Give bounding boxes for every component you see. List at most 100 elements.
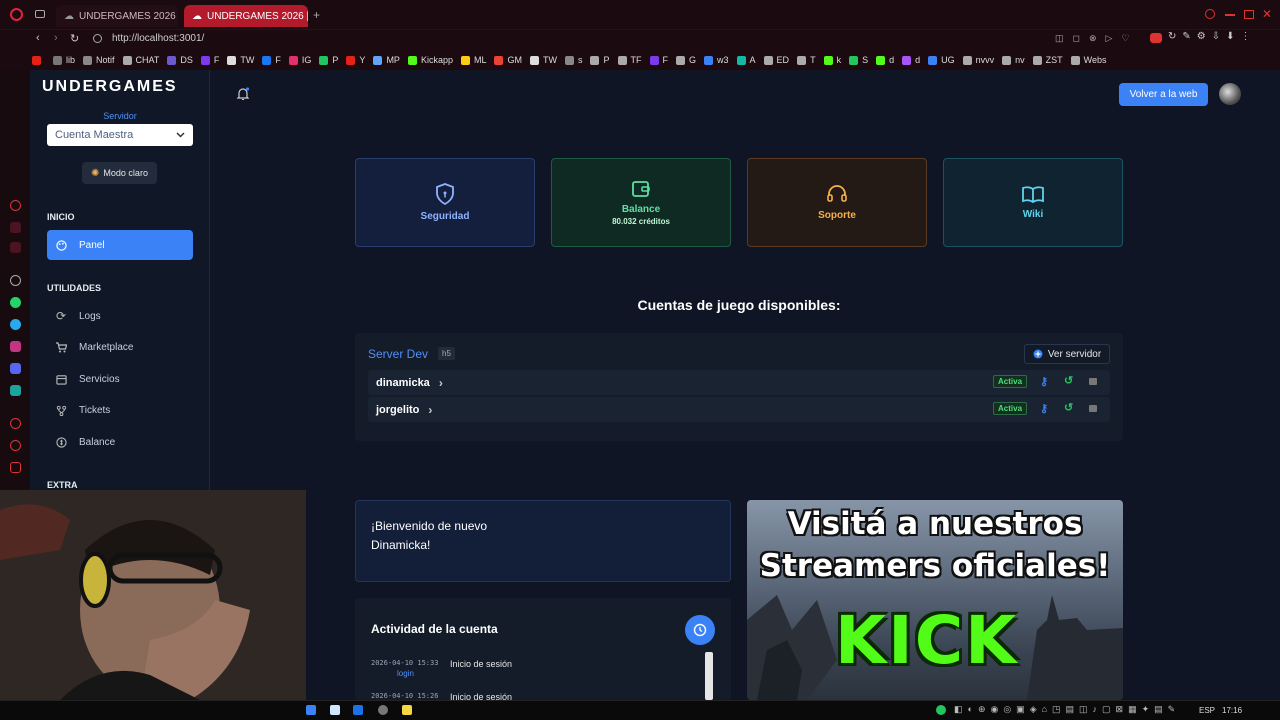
sidebar-item-logs[interactable]: ⟳ Logs <box>47 301 193 331</box>
bookmark-item[interactable]: TF <box>617 55 642 65</box>
whatsapp-icon[interactable] <box>10 297 21 308</box>
key-icon[interactable]: ⚷ <box>1040 375 1048 388</box>
bookmark-item[interactable]: GM <box>494 55 522 65</box>
opera-logo-icon[interactable] <box>10 8 23 21</box>
restore-icon[interactable]: ↺ <box>1064 374 1073 387</box>
notifications-bell-icon[interactable] <box>236 87 250 106</box>
bookmark-item[interactable]: Webs <box>1070 55 1106 65</box>
bookmark-item[interactable] <box>32 55 45 65</box>
bookmark-item[interactable]: d <box>902 55 920 65</box>
address-bar[interactable]: http://localhost:3001/ <box>112 33 204 44</box>
bookmark-item[interactable]: UG <box>928 55 955 65</box>
start-icon[interactable] <box>306 705 316 715</box>
notes-icon[interactable] <box>402 705 412 715</box>
discord-icon[interactable] <box>10 363 21 374</box>
chatgpt-icon[interactable] <box>10 275 21 286</box>
bookmark-item[interactable]: d <box>876 55 894 65</box>
tab-undergames-2[interactable]: ☁ UNDERGAMES 2026 | Acc <box>184 5 308 27</box>
bookmark-item[interactable]: CHAT <box>122 55 159 65</box>
reload-icon[interactable]: ↻ <box>70 32 79 45</box>
bookmark-item[interactable]: S <box>849 55 868 65</box>
bookmark-item[interactable]: Notif <box>83 55 115 65</box>
clock-side-icon[interactable] <box>10 440 21 451</box>
server-select[interactable]: Cuenta Maestra <box>47 124 193 146</box>
adblock-icon[interactable] <box>1150 33 1162 43</box>
bookmark-item[interactable]: lib <box>53 55 75 65</box>
clock[interactable]: 17:16 <box>1222 706 1242 715</box>
spotify-icon[interactable] <box>936 705 946 715</box>
sidebar-item-marketplace[interactable]: Marketplace <box>47 332 193 362</box>
forward-icon[interactable]: › <box>54 32 58 44</box>
tab-undergames-1[interactable]: ☁ UNDERGAMES 2026 | Acc <box>56 5 178 27</box>
sidebar-item-balance[interactable]: Balance <box>47 427 193 457</box>
bookmark-item[interactable]: TW <box>227 55 254 65</box>
bookmark-item[interactable]: F <box>649 55 668 65</box>
bookmark-item[interactable]: F <box>262 55 281 65</box>
site-info-icon[interactable] <box>93 34 102 43</box>
bookmark-item[interactable]: A <box>736 55 756 65</box>
maximize-icon[interactable] <box>1244 10 1254 19</box>
bookmark-item[interactable]: MP <box>373 55 400 65</box>
activity-scrollbar[interactable] <box>705 652 713 700</box>
new-tab-button[interactable]: + <box>313 8 320 22</box>
settings-side-icon[interactable] <box>10 462 21 473</box>
bookmark-item[interactable]: nvvv <box>962 55 994 65</box>
wallet-side-icon[interactable] <box>10 222 21 233</box>
card-balance[interactable]: Balance 80.032 créditos <box>551 158 731 247</box>
extensions-icons[interactable]: ◫◻⊗▷♡ <box>1055 33 1139 44</box>
user-avatar[interactable] <box>1219 83 1241 105</box>
bookmark-item[interactable]: T <box>797 55 816 65</box>
bookmark-item[interactable]: w3 <box>704 55 729 65</box>
card-seguridad[interactable]: Seguridad <box>355 158 535 247</box>
language-indicator[interactable]: ESP <box>1199 706 1215 715</box>
ai-icon[interactable] <box>10 200 21 211</box>
close-window-icon[interactable]: ✕ <box>1262 7 1272 21</box>
account-row-jorgelito[interactable]: jorgelito › Activa ⚷ ↺ <box>368 397 1110 422</box>
back-icon[interactable]: ‹ <box>36 32 40 44</box>
app-taskbar-icon[interactable] <box>378 705 388 715</box>
bookmark-item[interactable]: k <box>823 55 841 65</box>
bookmark-item[interactable]: DS <box>167 55 193 65</box>
sidebar-item-panel[interactable]: Panel <box>47 230 193 260</box>
bookmark-item[interactable]: F <box>200 55 219 65</box>
site-logo[interactable]: UNDERGAMES <box>42 78 178 96</box>
lock-icon[interactable] <box>1089 405 1097 412</box>
streamers-banner[interactable]: Visitá a nuestros Streamers oficiales! K… <box>747 500 1123 700</box>
card-soporte[interactable]: Soporte <box>747 158 927 247</box>
bookmark-item[interactable]: G <box>676 55 696 65</box>
bookmark-item[interactable]: s <box>564 55 582 65</box>
restore-icon[interactable]: ↺ <box>1064 401 1073 414</box>
bookmark-item[interactable]: Y <box>346 55 365 65</box>
bookmark-item[interactable]: IG <box>288 55 311 65</box>
vscode-icon[interactable] <box>353 705 363 715</box>
lock-icon[interactable] <box>1089 378 1097 385</box>
bookmark-item[interactable]: Kickapp <box>407 55 453 65</box>
tab-menu-icon[interactable] <box>35 10 45 18</box>
bookmark-item[interactable]: P <box>319 55 338 65</box>
activity-history-button[interactable] <box>685 615 715 645</box>
key-icon[interactable]: ⚷ <box>1040 402 1048 415</box>
minimize-icon[interactable] <box>1225 14 1235 16</box>
bookmark-item[interactable]: ZST <box>1032 55 1063 65</box>
bookmark-item[interactable]: nv <box>1002 55 1025 65</box>
telegram-icon[interactable] <box>10 319 21 330</box>
account-row-dinamicka[interactable]: dinamicka › Activa ⚷ ↺ <box>368 370 1110 395</box>
sidebar-item-tickets[interactable]: Tickets <box>47 395 193 425</box>
light-mode-button[interactable]: ✺ Modo claro <box>82 162 157 184</box>
files-icon[interactable] <box>330 705 340 715</box>
view-server-button[interactable]: Ver servidor <box>1024 344 1110 364</box>
bookmark-item[interactable]: ED <box>763 55 789 65</box>
toolbar-icons[interactable]: ↻✎⚙⇩⬇⋮ <box>1168 31 1256 42</box>
app-icon[interactable] <box>10 385 21 396</box>
bookmark-item[interactable]: P <box>590 55 610 65</box>
history-side-icon[interactable] <box>10 418 21 429</box>
player-icon[interactable] <box>10 242 21 253</box>
search-icon[interactable] <box>1205 9 1215 19</box>
tray-icons[interactable]: ◧◐⊕◉◎▣◈⌂◳▤◫♪▢⊠▦✦▤✎ <box>954 704 1180 715</box>
return-to-web-button[interactable]: Volver a la web <box>1119 83 1208 106</box>
sidebar-item-servicios[interactable]: Servicios <box>47 364 193 394</box>
bookmark-item[interactable]: ML <box>460 55 486 65</box>
bookmark-item[interactable]: TW <box>529 55 557 65</box>
instagram-icon[interactable] <box>10 341 21 352</box>
card-wiki[interactable]: Wiki <box>943 158 1123 247</box>
